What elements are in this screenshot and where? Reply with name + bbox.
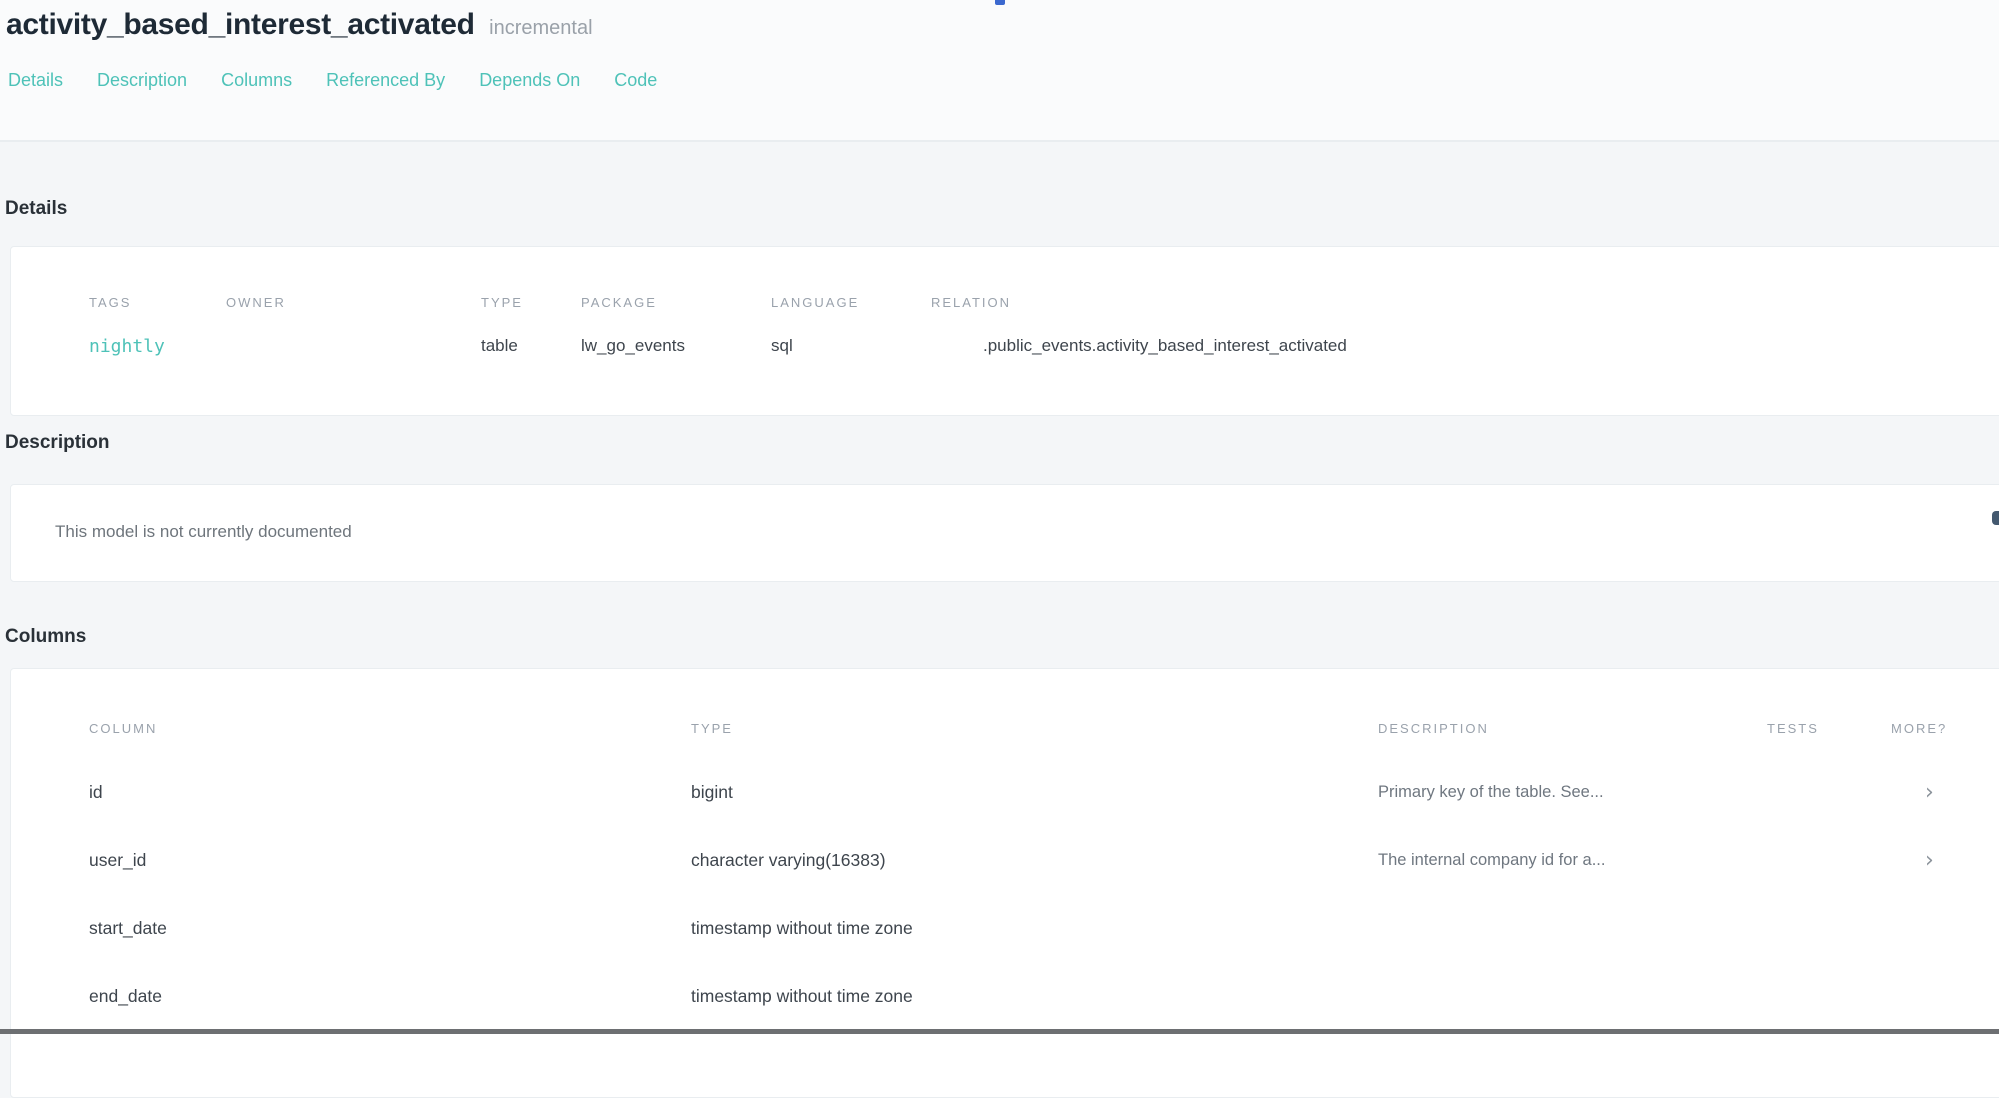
- column-row-user-id[interactable]: user_id character varying(16383) The int…: [11, 826, 1999, 894]
- tab-code[interactable]: Code: [614, 70, 657, 91]
- tab-description[interactable]: Description: [97, 70, 187, 91]
- detail-label: PACKAGE: [581, 295, 771, 310]
- column-tests-cell: [1767, 826, 1891, 894]
- column-name-cell: end_date: [11, 962, 691, 1030]
- detail-field-owner: OWNER: [226, 295, 481, 415]
- model-header: activity_based_interest_activated increm…: [0, 0, 1999, 142]
- column-description-cell: [1378, 962, 1767, 1030]
- description-section-heading: Description: [5, 432, 1999, 454]
- row-expand-chevron-icon: [1891, 894, 1999, 962]
- tab-columns[interactable]: Columns: [221, 70, 292, 91]
- materialization-badge: incremental: [489, 17, 592, 39]
- column-name-cell: user_id: [11, 826, 691, 894]
- columns-section-heading: Columns: [5, 626, 1999, 648]
- detail-label: LANGUAGE: [771, 295, 931, 310]
- title-row: activity_based_interest_activated increm…: [6, 6, 1999, 42]
- column-header-column: COLUMN: [11, 669, 691, 758]
- column-description-cell: [1378, 894, 1767, 962]
- row-expand-chevron-icon[interactable]: ›: [1891, 758, 1999, 826]
- page-title: activity_based_interest_activated: [6, 8, 475, 41]
- detail-field-relation: RELATION .public_events.activity_based_i…: [931, 295, 1999, 415]
- tag-link-nightly[interactable]: nightly: [89, 336, 165, 357]
- column-name-cell: start_date: [11, 894, 691, 962]
- detail-field-language: LANGUAGE sql: [771, 295, 931, 415]
- column-description-cell: The internal company id for a...: [1378, 826, 1767, 894]
- detail-label: OWNER: [226, 295, 481, 310]
- clipped-edge-element: [1992, 511, 1999, 525]
- window-bottom-edge: [0, 1029, 1999, 1034]
- model-detail-content: Details TAGS nightly OWNER TYPE table PA…: [0, 142, 1999, 1098]
- column-header-more: MORE?: [1891, 669, 1999, 758]
- detail-field-package: PACKAGE lw_go_events: [581, 295, 771, 415]
- detail-value: table: [481, 336, 581, 356]
- detail-value: lw_go_events: [581, 336, 771, 356]
- column-type-cell: timestamp without time zone: [691, 894, 1378, 962]
- column-row-start-date[interactable]: start_date timestamp without time zone: [11, 894, 1999, 962]
- detail-label: TAGS: [89, 295, 226, 310]
- column-name-cell: id: [11, 758, 691, 826]
- column-tests-cell: [1767, 758, 1891, 826]
- detail-field-tags: TAGS nightly: [89, 295, 226, 415]
- details-card: TAGS nightly OWNER TYPE table PACKAGE lw…: [10, 246, 1999, 416]
- row-expand-chevron-icon: [1891, 962, 1999, 1030]
- tab-depends-on[interactable]: Depends On: [479, 70, 580, 91]
- detail-label: RELATION: [931, 295, 1999, 310]
- column-tests-cell: [1767, 894, 1891, 962]
- column-type-cell: bigint: [691, 758, 1378, 826]
- column-row-id[interactable]: id bigint Primary key of the table. See.…: [11, 758, 1999, 826]
- column-type-cell: character varying(16383): [691, 826, 1378, 894]
- clipped-element-fragment: [995, 0, 1005, 5]
- column-type-cell: timestamp without time zone: [691, 962, 1378, 1030]
- detail-label: TYPE: [481, 295, 581, 310]
- column-header-description: DESCRIPTION: [1378, 669, 1767, 758]
- columns-table-header-row: COLUMN TYPE DESCRIPTION TESTS MORE?: [11, 669, 1999, 758]
- column-tests-cell: [1767, 962, 1891, 1030]
- tab-referenced-by[interactable]: Referenced By: [326, 70, 445, 91]
- anchor-tabs: Details Description Columns Referenced B…: [6, 70, 1999, 91]
- column-description-cell: Primary key of the table. See...: [1378, 758, 1767, 826]
- description-text: This model is not currently documented: [55, 522, 1999, 542]
- relation-value: .public_events.activity_based_interest_a…: [931, 336, 1999, 356]
- tab-details[interactable]: Details: [8, 70, 63, 91]
- description-card: This model is not currently documented: [10, 484, 1999, 582]
- column-header-type: TYPE: [691, 669, 1378, 758]
- detail-field-type: TYPE table: [481, 295, 581, 415]
- column-row-end-date[interactable]: end_date timestamp without time zone: [11, 962, 1999, 1030]
- details-section-heading: Details: [5, 142, 1999, 220]
- column-header-tests: TESTS: [1767, 669, 1891, 758]
- row-expand-chevron-icon[interactable]: ›: [1891, 826, 1999, 894]
- columns-table: COLUMN TYPE DESCRIPTION TESTS MORE? id b…: [11, 669, 1999, 1030]
- detail-value: sql: [771, 336, 931, 356]
